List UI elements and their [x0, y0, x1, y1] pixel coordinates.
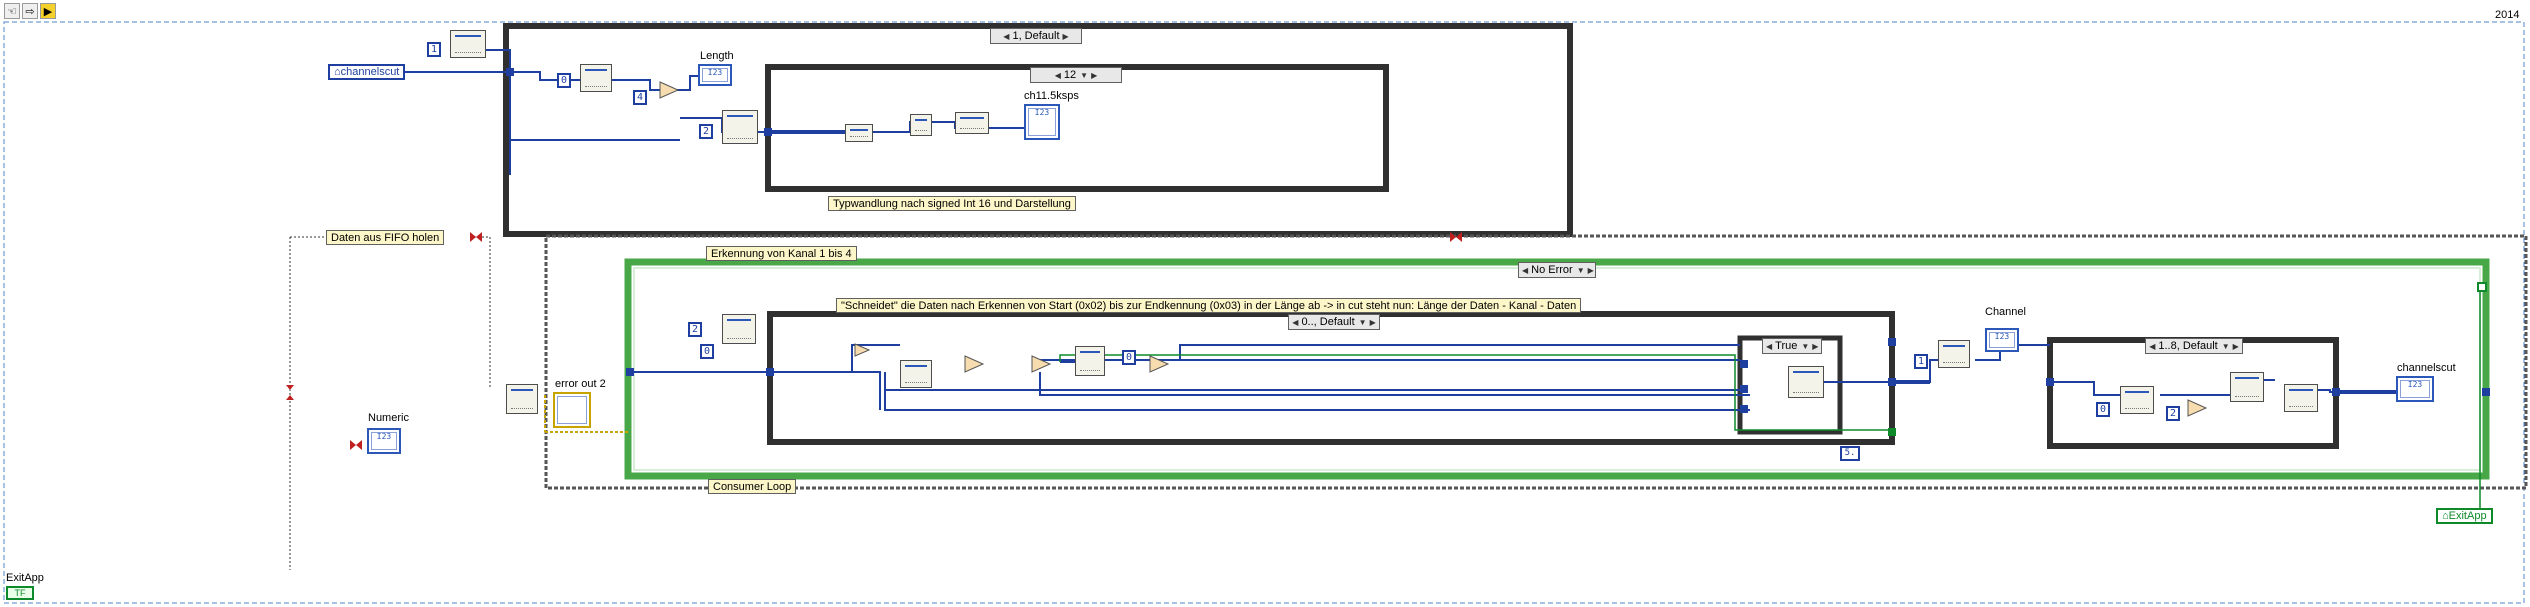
channel-label: Channel	[1985, 306, 2026, 318]
comment-erkennung: Erkennung von Kanal 1 bis 4	[706, 246, 857, 261]
channelscut-local-left[interactable]: ⌂channelscut	[328, 64, 406, 80]
error-out-label: error out 2	[555, 378, 606, 390]
decimate-node[interactable]	[955, 112, 989, 134]
comment-daten-fifo: Daten aus FIFO holen	[326, 230, 445, 245]
case-selector-true[interactable]: ◀ True ▼ ▶	[1762, 338, 1822, 354]
case-structure-consumer	[767, 311, 1895, 445]
case-selector-inner-top-label: 12	[1063, 69, 1077, 81]
comment-typwandlung: Typwandlung nach signed Int 16 und Darst…	[828, 196, 1076, 211]
swap-bytes-node[interactable]	[910, 114, 932, 136]
numeric-indicator[interactable]: I23	[367, 428, 401, 454]
loop-count-constant[interactable]: 5.	[1840, 446, 1860, 461]
length-indicator[interactable]: I23	[698, 64, 732, 86]
case-selector-right[interactable]: ◀ 1..8, Default ▼ ▶	[2145, 338, 2243, 354]
constant-0b[interactable]: 0	[700, 344, 714, 359]
array-subset-node-2[interactable]	[900, 360, 932, 388]
ch11-label: ch11.5ksps	[1024, 90, 1079, 102]
exitapp-boolean-control[interactable]: TF	[6, 586, 34, 600]
case-selector-error-label: No Error	[1531, 264, 1573, 276]
ch11-graph-indicator[interactable]: I23	[1024, 104, 1060, 140]
case-selector-true-label: True	[1775, 340, 1798, 352]
build-array-node-2[interactable]	[2284, 384, 2318, 412]
replace-subset-node[interactable]	[2230, 372, 2264, 402]
constant-0c[interactable]: 0	[1122, 350, 1136, 365]
channel-indicator[interactable]: I23	[1985, 328, 2019, 352]
exitapp-control-label: ExitApp	[6, 572, 44, 584]
constant-0d[interactable]: 0	[2096, 402, 2110, 417]
constant-2a[interactable]: 2	[699, 124, 713, 139]
case-selector-consumer[interactable]: ◀ 0.., Default ▼ ▶	[1288, 314, 1380, 330]
split-array-node[interactable]	[722, 110, 758, 144]
case-selector-inner-top[interactable]: ◀ 12 ▼ ▶	[1030, 67, 1122, 83]
case-selector-consumer-label: 0.., Default	[1301, 316, 1355, 328]
channelscut-local-label: channelscut	[340, 66, 400, 78]
channelscut-indicator[interactable]: I23	[2396, 376, 2434, 402]
case-selector-right-label: 1..8, Default	[2158, 340, 2218, 352]
highlight-execution-button[interactable]: ▶	[40, 3, 56, 19]
home-icon: ⌂	[334, 66, 341, 78]
length-label: Length	[700, 50, 734, 62]
constant-2b[interactable]: 2	[688, 322, 702, 337]
array-subset-node-3[interactable]	[2120, 386, 2154, 414]
constant-1b[interactable]: 1	[1914, 354, 1928, 369]
index-array-node[interactable]	[450, 30, 486, 58]
array-subset-node[interactable]	[580, 64, 612, 92]
case-selector-outer-top[interactable]: ◀ 1, Default ▶	[990, 28, 1082, 44]
constant-1[interactable]: 1	[427, 42, 441, 57]
search-array-node[interactable]	[722, 314, 756, 344]
numeric-label: Numeric	[368, 412, 409, 424]
block-diagram: ☜ ⇨ ▶ 2014 ⌂channelscut 1 0 4 Length I23…	[0, 0, 2530, 607]
constant-2c[interactable]: 2	[2166, 406, 2180, 421]
constant-0a[interactable]: 0	[557, 73, 571, 88]
exitapp-local[interactable]: ⌂ExitApp	[2436, 508, 2493, 524]
index-array-node-2[interactable]	[1938, 340, 1970, 368]
build-array-node[interactable]	[1788, 366, 1824, 398]
case-selector-outer-top-label: 1, Default	[1012, 30, 1060, 42]
home-icon-green: ⌂	[2442, 510, 2449, 522]
version-label: 2014	[2495, 9, 2520, 21]
step-over-button[interactable]: ⇨	[22, 3, 38, 19]
channelscut-label-right: channelscut	[2397, 362, 2456, 374]
fifo-read-node[interactable]	[506, 384, 538, 414]
constant-4[interactable]: 4	[633, 90, 647, 105]
exitapp-local-label: ExitApp	[2448, 510, 2487, 522]
case-selector-error[interactable]: ◀ No Error ▼ ▶	[1518, 262, 1596, 278]
array-size-node[interactable]	[1075, 346, 1105, 376]
error-out-indicator[interactable]	[553, 392, 591, 428]
pointer-tool-button[interactable]: ☜	[4, 3, 20, 19]
comment-consumer-loop: Consumer Loop	[708, 479, 797, 494]
typecast-node[interactable]	[845, 124, 873, 142]
comment-schneidet: "Schneidet" die Daten nach Erkennen von …	[836, 298, 1582, 313]
